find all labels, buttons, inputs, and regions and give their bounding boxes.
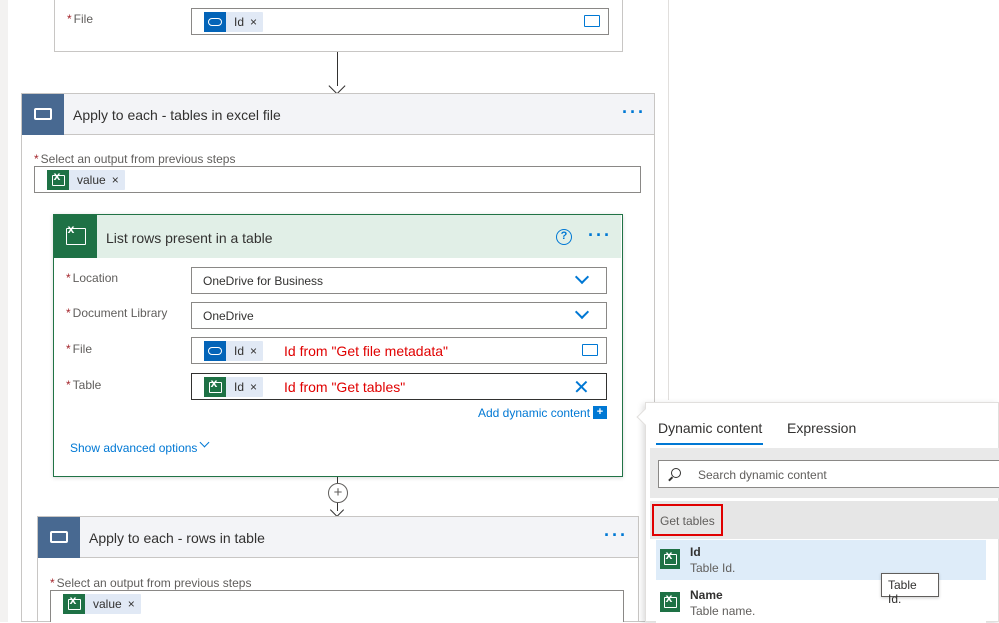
token-remove-icon[interactable]: ×: [128, 597, 141, 611]
loop2-more-icon[interactable]: ···: [604, 525, 628, 546]
chevron-down-icon[interactable]: [199, 437, 210, 448]
tooltip: Table Id.: [881, 573, 939, 606]
loop1-value-token[interactable]: value ×: [47, 170, 125, 190]
chevron-down-icon: [574, 304, 590, 320]
connector-arrow-icon: [328, 77, 346, 95]
list-rows-title: List rows present in a table: [106, 230, 273, 246]
item-title: Id: [690, 545, 701, 559]
group-title: Get tables: [660, 514, 715, 528]
clear-icon[interactable]: ✕: [573, 375, 590, 400]
loop2-select-field[interactable]: value ×: [50, 590, 624, 622]
token-label: value: [77, 173, 106, 187]
excel-icon: [660, 549, 680, 569]
tab-expression[interactable]: Expression: [787, 420, 856, 436]
table-id-token[interactable]: Id ×: [204, 377, 264, 397]
tab-active-underline: [656, 443, 763, 445]
table-field[interactable]: Id × Id from "Get tables" ✕: [191, 373, 607, 400]
search-placeholder: Search dynamic content: [698, 468, 827, 482]
location-label: * Location: [66, 271, 119, 285]
doclib-value: OneDrive: [203, 309, 254, 323]
search-icon-handle: [668, 476, 673, 482]
loop2-title: Apply to each - rows in table: [89, 530, 265, 546]
onedrive-icon: [204, 12, 226, 32]
list-rows-more-icon[interactable]: ···: [588, 225, 612, 246]
show-advanced-options[interactable]: Show advanced options: [70, 441, 197, 455]
loop1-title: Apply to each - tables in excel file: [73, 107, 281, 123]
canvas-left-edge: [0, 0, 8, 622]
location-value: OneDrive for Business: [203, 274, 324, 288]
loop2-value-token[interactable]: value ×: [63, 594, 141, 614]
list-rows-card: List rows present in a table ? ··· *Loca…: [53, 214, 623, 477]
folder-icon[interactable]: [584, 15, 600, 27]
token-remove-icon[interactable]: ×: [250, 380, 263, 394]
file-annotation: Id from "Get file metadata": [284, 343, 449, 359]
chevron-down-icon: [574, 269, 590, 285]
list-rows-header[interactable]: List rows present in a table ? ···: [54, 215, 621, 258]
action-file-field[interactable]: Id × Id from "Get file metadata": [191, 337, 607, 364]
loop2-header[interactable]: Apply to each - rows in table ···: [37, 516, 639, 558]
location-dropdown[interactable]: OneDrive for Business: [191, 267, 607, 294]
item-desc: Table Id.: [690, 561, 736, 575]
loop1-icon-box: [22, 94, 64, 135]
add-step-icon[interactable]: +: [328, 483, 348, 503]
table-label: * Table: [66, 378, 102, 392]
table-annotation: Id from "Get tables": [284, 379, 406, 395]
item-title: Name: [690, 588, 723, 602]
file-id-token[interactable]: Id ×: [204, 341, 264, 361]
top-file-token[interactable]: Id ×: [204, 12, 264, 32]
excel-icon: [65, 226, 86, 245]
token-remove-icon[interactable]: ×: [250, 344, 263, 358]
loop-icon: [34, 108, 52, 120]
search-input[interactable]: Search dynamic content: [658, 460, 999, 488]
folder-icon[interactable]: [582, 344, 598, 356]
loop1-header[interactable]: Apply to each - tables in excel file ···: [21, 93, 655, 135]
loop1-select-field[interactable]: value ×: [34, 166, 641, 193]
help-icon[interactable]: ?: [556, 229, 572, 245]
excel-logo-box: [54, 215, 97, 258]
token-label: Id: [234, 380, 245, 394]
token-label: value: [93, 597, 122, 611]
excel-icon: [47, 170, 69, 190]
excel-icon: [204, 377, 226, 397]
dynamic-content-panel: Dynamic content Expression Search dynami…: [636, 402, 999, 623]
doclib-label: * Document Library: [66, 306, 168, 320]
excel-icon: [63, 594, 85, 614]
onedrive-icon: [204, 341, 226, 361]
top-file-field[interactable]: Id ×: [191, 8, 609, 35]
token-remove-icon[interactable]: ×: [112, 173, 125, 187]
tab-dynamic-content[interactable]: Dynamic content: [658, 420, 762, 436]
token-label: Id: [234, 344, 245, 358]
loop1-select-label: * Select an output from previous steps: [34, 152, 236, 166]
loop1-more-icon[interactable]: ···: [622, 102, 646, 123]
loop2-select-label: * Select an output from previous steps: [50, 576, 252, 590]
action-file-label: * File: [66, 342, 93, 356]
item-desc: Table name.: [690, 604, 756, 618]
canvas-right-divider: [668, 0, 669, 400]
add-dynamic-content-link[interactable]: Add dynamic content: [478, 406, 590, 420]
token-label: Id: [234, 15, 245, 29]
excel-icon: [660, 592, 680, 612]
top-card: * File Id ×: [54, 0, 623, 52]
doclib-dropdown[interactable]: OneDrive: [191, 302, 607, 329]
loop-icon: [50, 531, 68, 543]
add-dynamic-plus-icon[interactable]: +: [593, 406, 607, 419]
loop2-icon-box: [38, 517, 80, 558]
group-header-get-tables[interactable]: Get tables: [652, 504, 723, 536]
file-label: * File: [67, 12, 94, 26]
token-remove-icon[interactable]: ×: [250, 15, 263, 29]
